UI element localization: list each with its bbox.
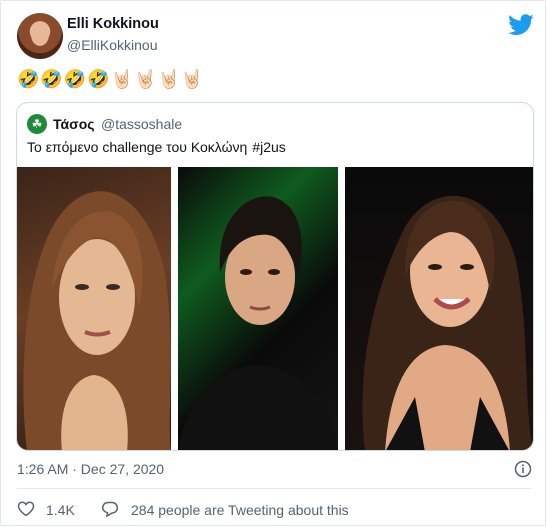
- photo-woman-right[interactable]: [345, 167, 533, 450]
- heart-icon[interactable]: [17, 500, 35, 518]
- author-avatar[interactable]: [17, 13, 63, 59]
- author-name[interactable]: Elli Kokkinou: [67, 16, 159, 32]
- quote-author-name[interactable]: Τάσος: [53, 116, 95, 132]
- quote-author-avatar[interactable]: ☘: [27, 114, 47, 134]
- tweet-timestamp[interactable]: 1:26 AM · Dec 27, 2020: [17, 461, 164, 477]
- divider: [17, 488, 531, 489]
- quote-author-handle[interactable]: @tassoshale: [101, 116, 182, 132]
- tweet-text: 🤣🤣🤣🤣🤘🏻🤘🏻🤘🏻🤘🏻: [17, 69, 205, 90]
- twitter-bird-icon[interactable]: [508, 14, 534, 36]
- quoted-tweet[interactable]: ☘ Τάσος @tassoshale Το επόμενο challenge…: [16, 102, 534, 451]
- speech-bubble-icon[interactable]: [101, 500, 119, 518]
- photo-man-center[interactable]: [178, 167, 338, 450]
- photo-woman-left[interactable]: [17, 167, 171, 450]
- quote-body: Το επόμενο challenge του Κοκλώνη: [27, 139, 248, 155]
- photo-grid: [17, 167, 533, 450]
- tweet-card: Elli Kokkinou @ElliKokkinou 🤣🤣🤣🤣🤘🏻🤘🏻🤘🏻🤘🏻…: [0, 0, 546, 526]
- tweeting-count[interactable]: 284 people are Tweeting about this: [131, 502, 349, 518]
- like-count[interactable]: 1.4K: [46, 502, 75, 518]
- hashtag-link[interactable]: #j2us: [252, 139, 285, 155]
- quote-text: Το επόμενο challenge του Κοκλώνη #j2us: [27, 139, 286, 155]
- author-handle[interactable]: @ElliKokkinou: [67, 37, 157, 53]
- info-icon[interactable]: [514, 460, 532, 478]
